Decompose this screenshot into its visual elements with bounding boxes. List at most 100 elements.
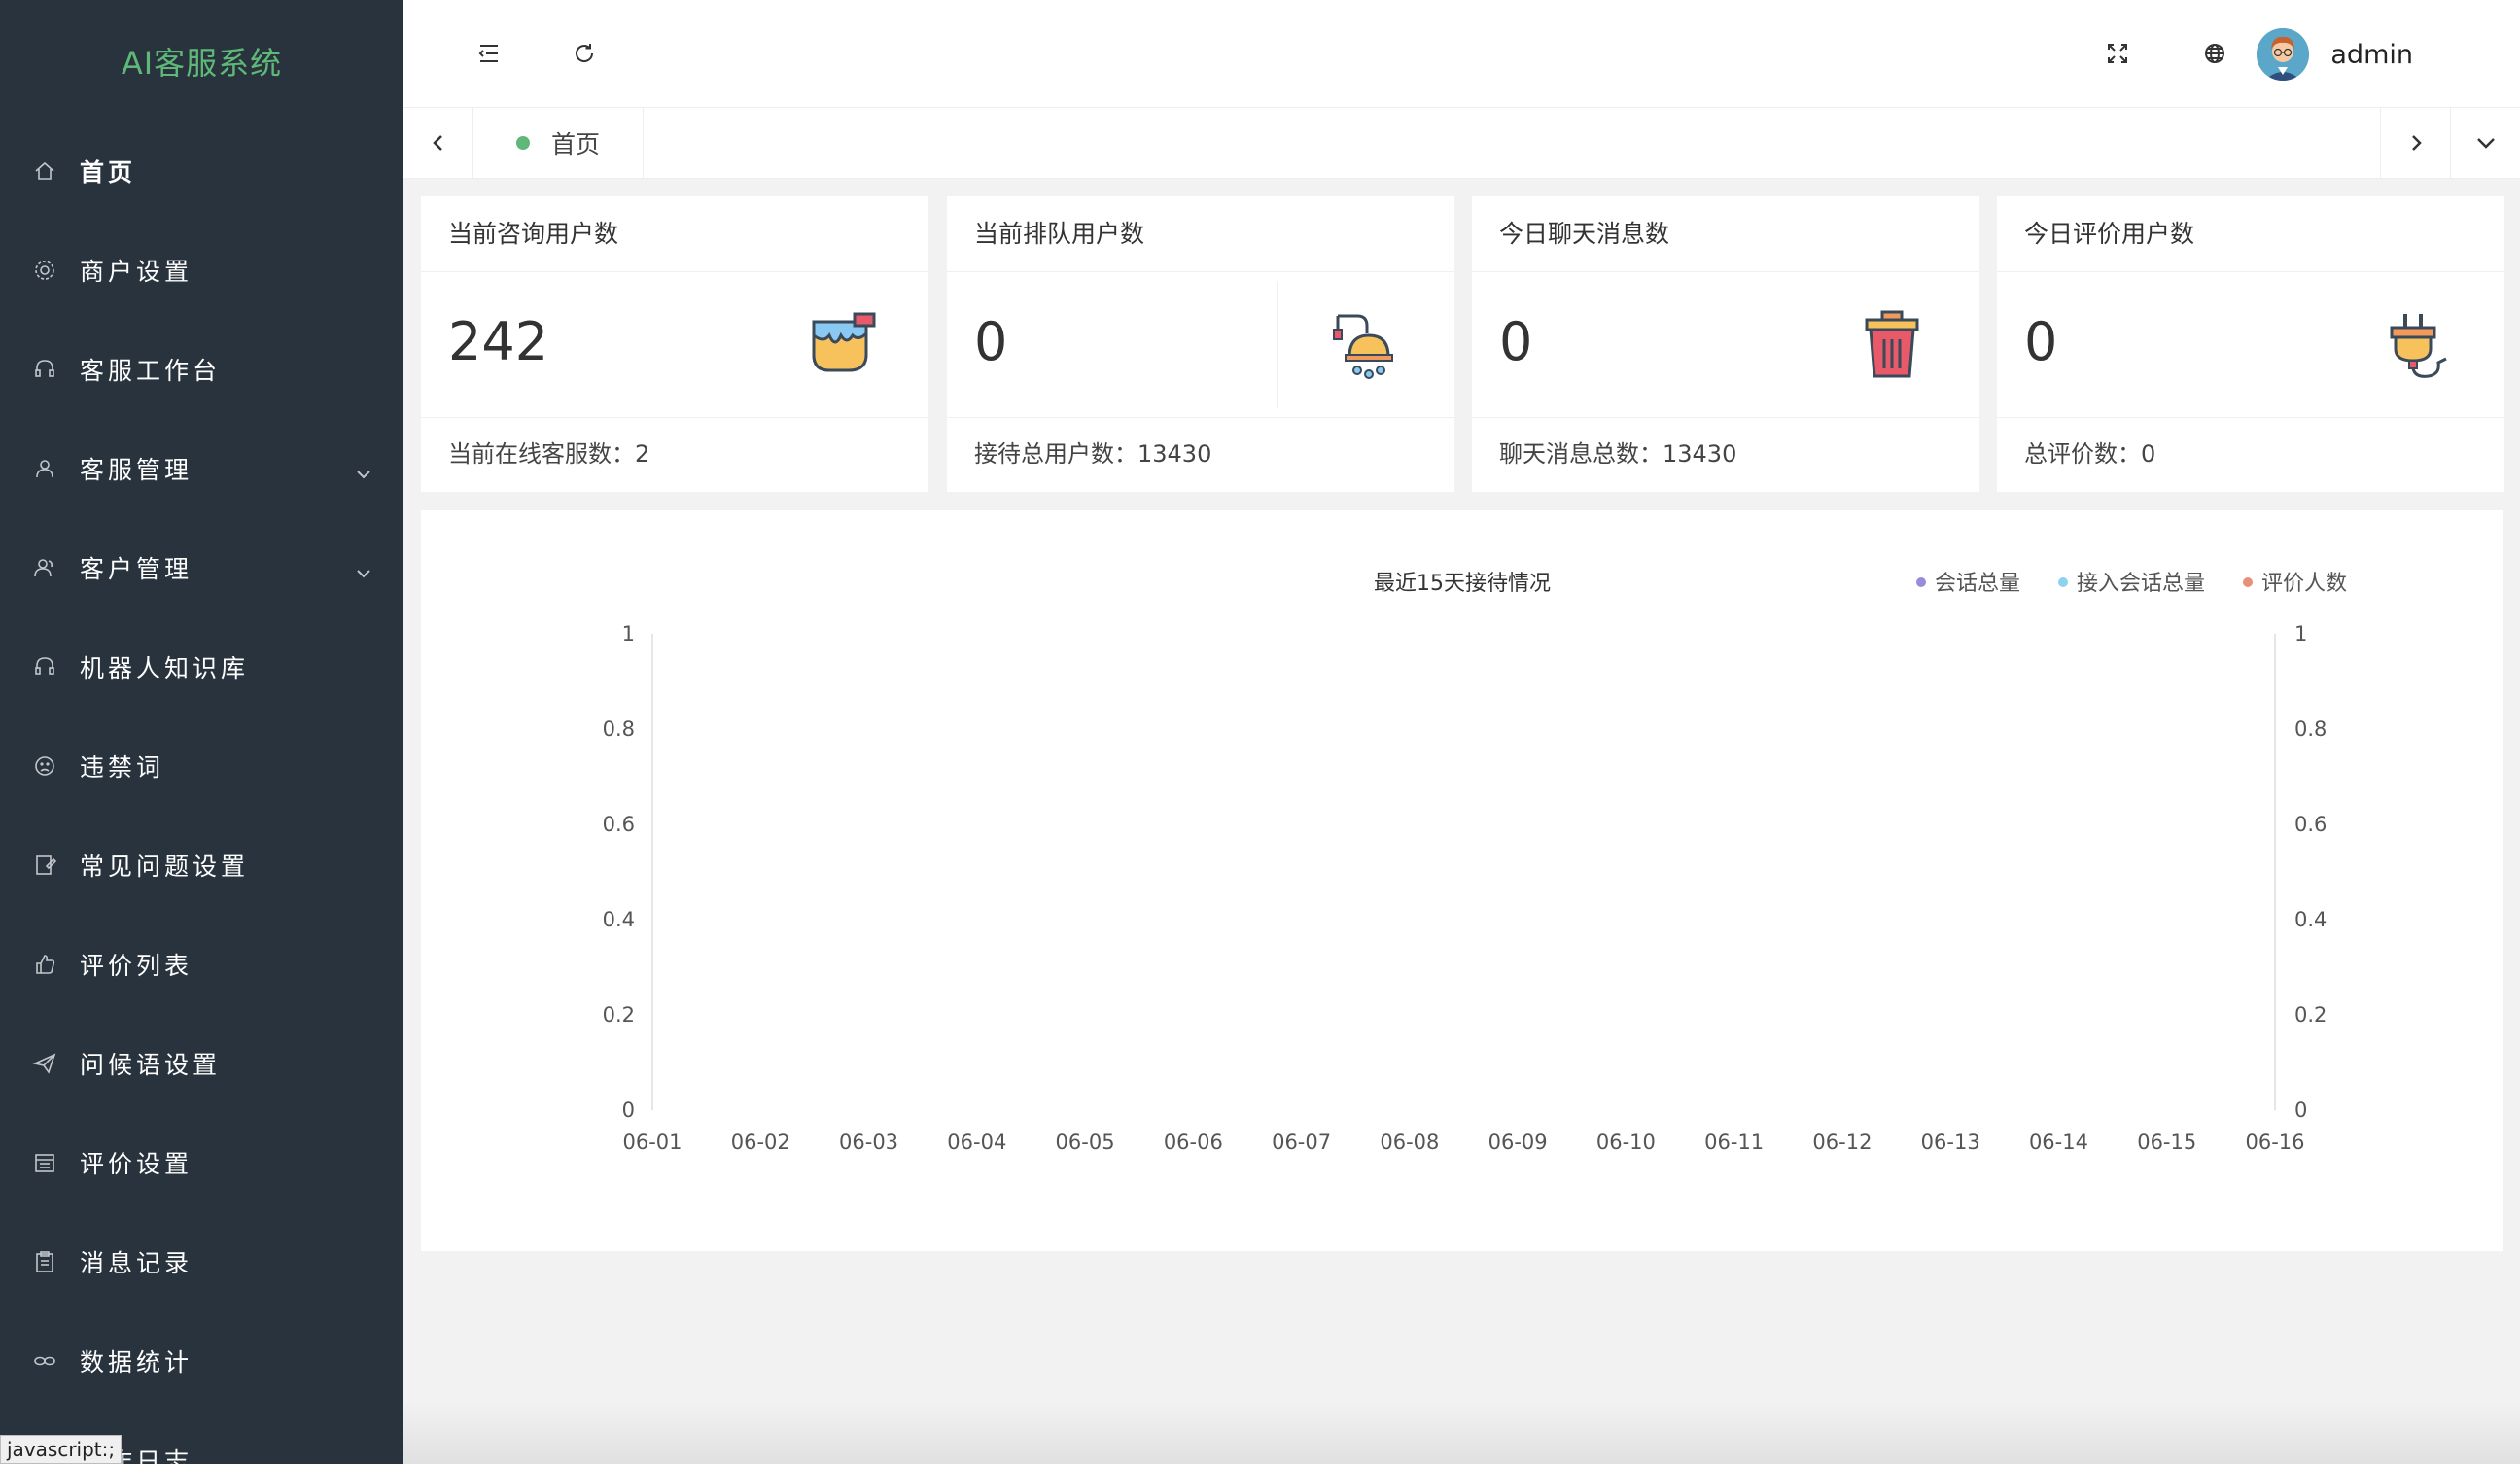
y-tick-label-right: 0 (2294, 1098, 2307, 1122)
legend-marker-0 (1916, 577, 1926, 587)
calendar-icon (31, 1149, 58, 1176)
avatar-icon (2257, 28, 2310, 81)
language-button[interactable] (2190, 29, 2239, 78)
refresh-button[interactable] (560, 29, 609, 78)
fullscreen-icon (2108, 44, 2127, 63)
x-tick-label: 06-05 (1056, 1131, 1115, 1154)
thumb-up-icon (31, 951, 58, 978)
card-body: 0 (947, 272, 1454, 418)
stat-card-today-messages: 今日聊天消息数 0 聊天消息总数：13430 (1472, 196, 1979, 492)
sidebar-item-label: 常见问题设置 (80, 853, 250, 881)
tab-options-button[interactable] (2450, 108, 2520, 178)
tab-bar: 首页 (403, 107, 2520, 179)
card-body: 0 (1472, 272, 1979, 418)
users-icon (31, 554, 58, 581)
card-value: 0 (974, 311, 1008, 372)
card-title: 当前排队用户数 (947, 196, 1454, 272)
sidebar-item-2[interactable]: 客服工作台 (0, 320, 403, 419)
username[interactable]: admin (2330, 40, 2413, 70)
sidebar-item-label: 客服工作台 (80, 357, 222, 385)
sidebar-item-11[interactable]: 消息记录 (0, 1212, 403, 1311)
stat-card-today-ratings: 今日评价用户数 0 总评价数：0 (1997, 196, 2504, 492)
card-body: 242 (421, 272, 928, 418)
link-icon (31, 1347, 58, 1375)
face-icon (31, 752, 58, 780)
user-icon (31, 455, 58, 482)
card-footer: 聊天消息总数：13430 (1499, 440, 1737, 468)
x-tick-label: 06-14 (2029, 1131, 2088, 1154)
send-icon (31, 1050, 58, 1077)
x-tick-label: 06-06 (1164, 1131, 1223, 1154)
x-tick-label: 06-16 (2245, 1131, 2304, 1154)
page-bottom-shade (403, 1400, 2520, 1464)
x-tick-label: 06-04 (947, 1131, 1006, 1154)
chart-axes: 0 0.2 0.4 0.6 0.8 1 0 0.2 0.4 0.6 0.8 1 06-01 06-02 06… (603, 622, 2328, 1154)
sidebar-item-8[interactable]: 评价列表 (0, 915, 403, 1014)
fullscreen-button[interactable] (2093, 29, 2142, 78)
y-tick-label-left: 0 (622, 1098, 635, 1122)
plug-icon (2390, 314, 2447, 378)
paint-bucket-icon (812, 312, 875, 372)
x-tick-label: 06-09 (1488, 1131, 1548, 1154)
sidebar-item-label: 客户管理 (80, 555, 193, 583)
chevron-down-icon (355, 461, 372, 479)
tab-home[interactable]: 首页 (473, 108, 644, 178)
y-tick-label-left: 0.2 (603, 1003, 635, 1027)
trash-icon (1865, 310, 1918, 378)
stat-card-consulting-users: 当前咨询用户数 242 当前在线客服数：2 (421, 196, 928, 492)
card-title: 当前咨询用户数 (421, 196, 928, 272)
card-footer: 接待总用户数：13430 (974, 440, 1212, 468)
globe-icon (2205, 44, 2224, 63)
sidebar-item-label: 首页 (80, 158, 137, 187)
shower-icon (1332, 314, 1393, 379)
chart-legend: 会话总量 接入会话总量 评价人数 (1916, 572, 2347, 596)
x-tick-label: 06-02 (731, 1131, 790, 1154)
x-tick-label: 06-11 (1704, 1131, 1764, 1154)
sidebar-item-12[interactable]: 数据统计 (0, 1311, 403, 1411)
y-tick-label-right: 0.4 (2294, 908, 2327, 931)
home-icon (31, 157, 58, 185)
card-title: 今日评价用户数 (1997, 196, 2504, 272)
card-icon-container (1278, 282, 1454, 408)
sidebar-item-7[interactable]: 常见问题设置 (0, 816, 403, 915)
card-value: 242 (448, 311, 549, 372)
top-header: admin (403, 0, 2520, 107)
active-tab-dot (515, 136, 530, 150)
avatar[interactable] (2257, 28, 2310, 81)
reception-line-chart: 最近15天接待情况 会话总量 接入会话总量 评价人数 00.20.40.60.810… (603, 572, 2347, 1154)
tab-scroll-right-button[interactable] (2380, 108, 2450, 178)
card-value: 0 (2024, 311, 2058, 372)
sidebar-item-label: 违禁词 (80, 753, 165, 782)
sidebar-item-4[interactable]: 客户管理 (0, 518, 403, 617)
sidebar-item-label: 机器人知识库 (80, 654, 250, 682)
app-logo[interactable]: AI客服系统 (0, 0, 403, 122)
sidebar-item-6[interactable]: 违禁词 (0, 716, 403, 816)
x-tick-label: 06-08 (1380, 1131, 1439, 1154)
chart-panel: 最近15天接待情况 会话总量 接入会话总量 评价人数 0 0.2 0.4 0.6 0.8 1 0… (421, 510, 2503, 1251)
user-menu[interactable]: admin (2257, 27, 2413, 82)
card-icon-container (2328, 282, 2504, 408)
sidebar-item-1[interactable]: 商户设置 (0, 221, 403, 320)
legend-marker-1 (2058, 577, 2068, 587)
sidebar-item-0[interactable]: 首页 (0, 122, 403, 221)
y-tick-label-right: 0.2 (2294, 1003, 2327, 1027)
sidebar-item-10[interactable]: 评价设置 (0, 1113, 403, 1212)
sidebar-item-3[interactable]: 客服管理 (0, 419, 403, 518)
y-tick-label-left: 0.8 (603, 717, 635, 741)
headset-icon (31, 356, 58, 383)
tab-label: 首页 (550, 130, 600, 158)
card-footer: 当前在线客服数：2 (448, 440, 650, 468)
legend-label-0: 会话总量 (1935, 572, 2020, 596)
tab-scroll-left-button[interactable] (403, 108, 473, 178)
sidebar-item-5[interactable]: 机器人知识库 (0, 617, 403, 716)
clipboard-icon (31, 1248, 58, 1275)
gear-icon (31, 257, 58, 284)
chart-title: 最近15天接待情况 (1374, 572, 1551, 596)
card-value: 0 (1499, 311, 1533, 372)
collapse-menu-button[interactable] (465, 29, 513, 78)
y-tick-label-left: 0.4 (603, 908, 635, 931)
x-tick-label: 06-15 (2137, 1131, 2196, 1154)
sidebar-item-9[interactable]: 问候语设置 (0, 1014, 403, 1113)
sidebar-item-label: 数据统计 (80, 1348, 193, 1377)
x-tick-label: 06-13 (1921, 1131, 1980, 1154)
